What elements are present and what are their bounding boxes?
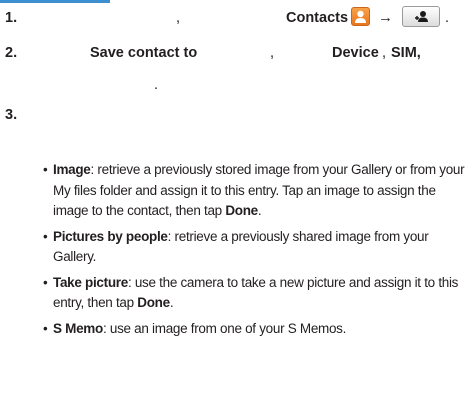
bullet: • [43, 274, 48, 290]
step-2-device: Device [332, 45, 379, 61]
step-3-number: 3. [5, 107, 18, 123]
list-item: • Pictures by people: retrieve a previou… [43, 227, 469, 268]
step-2-number: 2. [5, 45, 18, 61]
step-1-comma: , [176, 10, 181, 26]
bullet: • [43, 228, 48, 244]
step-2-sim: SIM, [391, 45, 421, 61]
add-contact-glyph-icon [415, 11, 428, 22]
option-end: . [169, 295, 174, 310]
contacts-app-icon [351, 7, 370, 26]
option-done-label: Done [225, 203, 258, 218]
bullet: • [43, 320, 48, 336]
option-description: : use an image from one of your S Memos. [102, 320, 347, 336]
list-item: • Image: retrieve a previously stored im… [43, 160, 469, 222]
list-item: • S Memo: use an image from one of your … [43, 319, 469, 340]
step-1-contacts-label: Contacts [286, 10, 349, 26]
contacts-person-icon [355, 10, 366, 23]
step-1-number: 1. [5, 10, 18, 26]
photo-options-list: • Image: retrieve a previously stored im… [43, 160, 469, 344]
step-2-continuation-period: . [154, 77, 159, 93]
bullet: • [43, 162, 48, 177]
step-2-save-contact-to: Save contact to [90, 45, 198, 61]
step-2-comma: , [270, 45, 275, 61]
step-1-arrow: → [378, 9, 393, 26]
option-done-label: Done [137, 295, 170, 310]
header-accent-line [0, 0, 110, 3]
add-contact-button-icon [402, 6, 440, 27]
option-end: . [257, 203, 262, 218]
list-item: • Take picture: use the camera to take a… [43, 273, 469, 314]
option-name: S Memo [53, 320, 103, 336]
option-name: Image [53, 162, 91, 177]
step-1-period: . [445, 10, 450, 26]
option-name: Take picture [53, 274, 128, 290]
step-2-separator: , [382, 45, 387, 61]
option-name: Pictures by people [53, 228, 168, 244]
